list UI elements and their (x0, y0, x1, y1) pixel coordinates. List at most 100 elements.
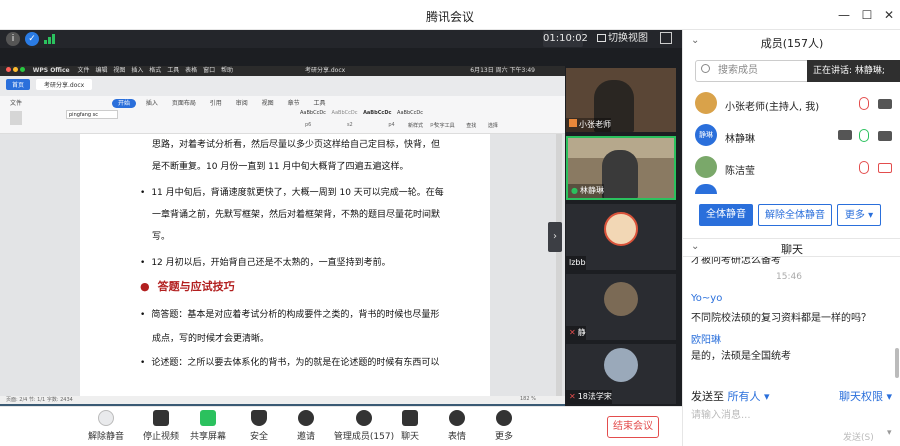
video-thumbnail[interactable]: ✕ 18法学宋 (566, 344, 676, 404)
video-thumbnail-active[interactable]: ● 林静琳 (566, 136, 676, 200)
search-icon (701, 64, 710, 73)
mic-icon[interactable] (859, 129, 869, 142)
member-name: 小张老师(主持人, 我) (725, 102, 820, 113)
mute-all-button[interactable]: 全体静音 (699, 204, 753, 226)
bullet-paragraph-line: • 简答题：基本是对应着考试分析的构成要件之类的，背书的时候也尽量形 (140, 304, 439, 326)
chat-messages: 才被问考研怎么备考 15:46 Yo~yo 不同院校法硕的复习资料都是一样的吗？… (683, 257, 895, 385)
wps-menu-7[interactable]: 窗口 (203, 67, 215, 74)
collapse-arrow-icon[interactable]: › (548, 222, 562, 252)
mic-off-icon[interactable] (859, 161, 869, 174)
ribbon-tab-active[interactable]: 开始 (111, 99, 136, 108)
wps-menu-6[interactable]: 表格 (185, 67, 197, 74)
end-meeting-button[interactable]: 结束会议 (607, 416, 659, 438)
wps-menu-0[interactable]: 文件 (78, 67, 90, 74)
chat-permissions-label: 聊天权限 (839, 390, 883, 403)
members-more-button[interactable]: 更多 ▾ (837, 204, 881, 226)
divider (683, 238, 900, 239)
ribbon-tab[interactable]: 工具 (314, 100, 326, 107)
video-thumbnail[interactable]: ✕ 静 (566, 274, 676, 340)
shield-icon[interactable]: ✓ (25, 32, 39, 46)
chat-timestamp: 15:46 (776, 272, 802, 282)
chat-permissions-select[interactable]: 聊天权限 ▾ (839, 388, 892, 404)
style-preview[interactable]: AaBbCcDc (332, 110, 358, 116)
camera-off-icon[interactable] (878, 163, 892, 173)
line-text: 思路，对着考试分析看，然后尽量以多少页这样给自己定目标，快背，但 (152, 140, 441, 150)
bullet-paragraph-line: • 论述题：之所以要去体系化的背书，为的就是在论述题的时候有东西可以 (140, 352, 439, 374)
close-icon[interactable]: ✕ (880, 6, 898, 24)
ribbon-tab[interactable]: 页面布局 (172, 100, 196, 107)
grid-view-icon (597, 34, 606, 42)
style-gallery[interactable]: AaBbCcDc AaBbCcDc AaBbCcDc AaBbCcDc (300, 110, 423, 116)
unmute-all-button[interactable]: 解除全体静音 (758, 204, 832, 226)
video-thumbnail[interactable]: 小张老师 (566, 68, 676, 132)
shield-icon (251, 410, 267, 426)
style-preview[interactable]: AaBbCcDc (300, 110, 326, 116)
text-tool[interactable]: 文字工具 (435, 123, 455, 129)
title-bar: 腾讯会议 — ☐ ✕ (0, 0, 900, 30)
info-icon[interactable]: i (6, 32, 20, 46)
wps-ribbon-tabs: 文件 开始 插入 页面布局 引用 审阅 视图 章节 工具 (10, 98, 326, 108)
more-button[interactable]: 更多 (474, 410, 534, 442)
wps-menu-3[interactable]: 插入 (131, 67, 143, 74)
fullscreen-icon[interactable] (660, 32, 672, 44)
camera-icon[interactable] (878, 131, 892, 141)
bullet-icon: • (140, 310, 146, 320)
meeting-info-bar: i ✓ 01:10:02 切换视图 (0, 30, 682, 48)
send-to-select[interactable]: 所有人 ▾ (728, 390, 770, 403)
style-name: p4 (388, 122, 395, 128)
wps-menu-2[interactable]: 视图 (113, 67, 125, 74)
document-scrollbar[interactable] (556, 134, 562, 404)
send-to-label: 发送至 (691, 390, 724, 403)
mic-icon: ● (571, 186, 578, 195)
wps-menu-1[interactable]: 编辑 (95, 67, 107, 74)
select-tool[interactable]: 选择 (488, 123, 498, 129)
chat-sender[interactable]: Yo~yo (691, 293, 722, 304)
maximize-icon[interactable]: ☐ (858, 6, 876, 24)
paste-icon[interactable] (10, 111, 22, 125)
minimize-icon[interactable]: — (835, 6, 853, 24)
member-search-input[interactable]: 搜索成员 (695, 60, 815, 82)
wps-file-tab[interactable]: 考研分享.docx (36, 79, 93, 90)
avatar (604, 282, 638, 316)
wps-home-tab[interactable]: 首页 (6, 79, 31, 90)
chat-scrollbar[interactable] (895, 348, 899, 378)
meeting-timer: 01:10:02 (543, 31, 588, 47)
member-row[interactable]: 小张老师(主持人, 我) (683, 88, 900, 120)
chat-message: 不同院校法硕的复习资料都是一样的吗？ (691, 313, 871, 324)
style-preview[interactable]: AaBbCcDc (363, 110, 391, 116)
chat-sender[interactable]: 欧阳琳 (691, 331, 721, 346)
new-style-tool[interactable]: 新样式 (408, 123, 423, 129)
invite-button[interactable]: 邀请 (276, 410, 336, 442)
line-text: 成点，写的时候才会更清晰。 (152, 334, 270, 344)
emoji-icon (449, 410, 465, 426)
participant-name: 18法学宋 (577, 392, 612, 401)
member-row[interactable]: 陈洁莹 (683, 152, 900, 184)
mic-off-icon[interactable] (859, 97, 869, 110)
member-row[interactable]: 静琳 林静琳 (683, 120, 900, 152)
video-thumbnail[interactable]: lzbb (566, 204, 676, 270)
wps-menu-8[interactable]: 帮助 (221, 67, 233, 74)
find-tool[interactable]: 查找 (466, 123, 476, 129)
bullet-paragraph-line: • 12 月初以后，开始背自己还是不太熟的，一直坚持到考前。 (140, 252, 391, 274)
ribbon-tab[interactable]: 章节 (288, 100, 300, 107)
ribbon-tab[interactable]: 文件 (10, 100, 22, 107)
document-page: 思路，对着考试分析看，然后尽量以多少页这样给自己定目标，快背，但 是不断重复。10… (80, 134, 490, 404)
wps-menu-4[interactable]: 格式 (149, 67, 161, 74)
chat-input[interactable]: 请输入消息... (691, 406, 751, 421)
send-button[interactable]: 发送(S) (843, 430, 874, 443)
ribbon-tab[interactable]: 视图 (262, 100, 274, 107)
wps-doc-title: 考研分享.docx (304, 67, 346, 74)
ribbon-tab[interactable]: 审阅 (236, 100, 248, 107)
participant-video (602, 150, 638, 198)
ribbon-tab[interactable]: 引用 (210, 100, 222, 107)
switch-view-button[interactable]: 切换视图 (597, 31, 653, 47)
camera-icon[interactable] (878, 99, 892, 109)
ribbon-tab[interactable]: 插入 (146, 100, 158, 107)
unmute-button[interactable]: 解除静音 (76, 410, 136, 442)
style-preview[interactable]: AaBbCcDc (397, 110, 423, 116)
send-options-icon[interactable]: ▾ (887, 428, 892, 438)
paragraph-line: 一章背诵之前，先默写框架，然后对着框架背，不熟的题目尽量花时间默 (152, 204, 440, 226)
wps-menu-5[interactable]: 工具 (167, 67, 179, 74)
send-to-row: 发送至 所有人 ▾ (691, 388, 770, 404)
font-name-select[interactable]: pingfang sc (66, 110, 118, 119)
